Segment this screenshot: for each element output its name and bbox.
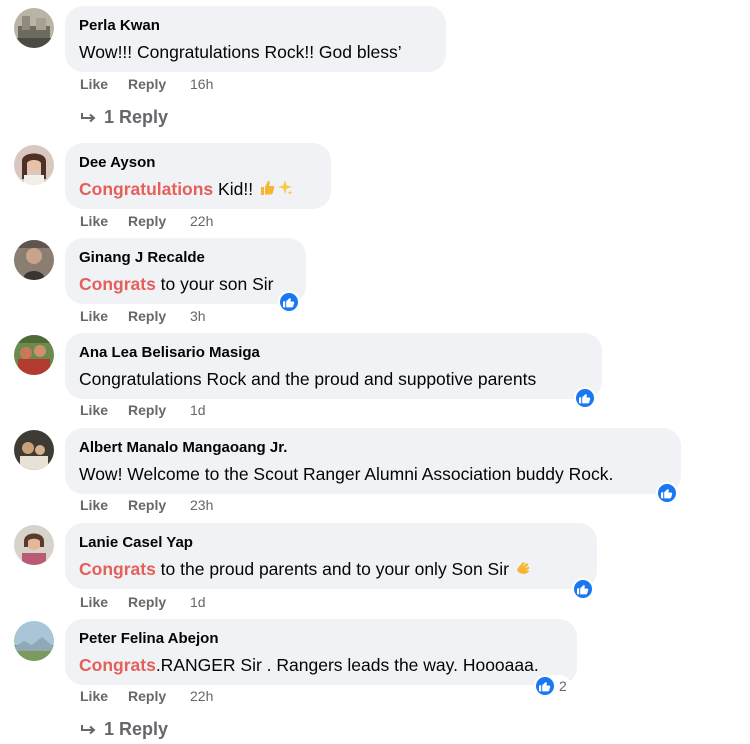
comment-author[interactable]: Albert Manalo Mangaoang Jr. — [79, 439, 287, 456]
comment-author[interactable]: Perla Kwan — [79, 17, 160, 34]
reaction-badge[interactable] — [278, 291, 300, 313]
comment-bubble: Peter Felina Abejon Congrats.RANGER Sir … — [65, 619, 577, 685]
highlighted-word[interactable]: Congrats — [79, 274, 156, 294]
comment-time[interactable]: 1d — [190, 402, 206, 418]
comment-time[interactable]: 1d — [190, 594, 206, 610]
comment-bubble: Ginang J Recalde Congrats to your son Si… — [65, 238, 306, 304]
comment-text: Congrats.RANGER Sir . Rangers leads the … — [79, 655, 539, 675]
like-button[interactable]: Like — [80, 688, 108, 704]
highlighted-word[interactable]: Congrats — [79, 559, 156, 579]
sparkles-emoji-icon — [277, 180, 293, 196]
clapping-hands-emoji-icon — [517, 562, 530, 574]
comment-text: Congrats to your son Sir — [79, 274, 274, 294]
reaction-badge[interactable] — [574, 387, 596, 409]
reply-arrow-icon — [81, 725, 96, 735]
comment-text: Congratulations Rock and the proud and s… — [79, 369, 537, 389]
reaction-badge[interactable] — [656, 482, 678, 504]
view-replies-link[interactable]: 1 Reply — [80, 719, 168, 740]
thumbs-up-emoji-icon — [260, 181, 275, 195]
comment-text: Wow! Welcome to the Scout Ranger Alumni … — [79, 464, 614, 484]
avatar[interactable] — [14, 8, 54, 48]
comment-bubble: Lanie Casel Yap Congrats to the proud pa… — [65, 523, 597, 589]
reaction-count: 2 — [559, 678, 567, 694]
comment-time[interactable]: 23h — [190, 497, 213, 513]
avatar[interactable] — [14, 525, 54, 565]
reply-button[interactable]: Reply — [128, 213, 166, 229]
reply-button[interactable]: Reply — [128, 688, 166, 704]
thumbs-up-icon — [278, 291, 300, 313]
like-button[interactable]: Like — [80, 402, 108, 418]
comment-time[interactable]: 22h — [190, 688, 213, 704]
comment-bubble: Perla Kwan Wow!!! Congratulations Rock!!… — [65, 6, 446, 72]
comment-time[interactable]: 22h — [190, 213, 213, 229]
reply-button[interactable]: Reply — [128, 497, 166, 513]
avatar[interactable] — [14, 145, 54, 185]
reply-button[interactable]: Reply — [128, 76, 166, 92]
like-button[interactable]: Like — [80, 497, 108, 513]
comment-author[interactable]: Dee Ayson — [79, 154, 155, 171]
avatar[interactable] — [14, 621, 54, 661]
like-button[interactable]: Like — [80, 76, 108, 92]
reply-arrow-icon — [81, 113, 96, 123]
comment-time[interactable]: 3h — [190, 308, 206, 324]
avatar[interactable] — [14, 240, 54, 280]
comment-text: Congratulations Kid!! — [79, 179, 294, 200]
reply-button[interactable]: Reply — [128, 402, 166, 418]
comment-time[interactable]: 16h — [190, 76, 213, 92]
reply-button[interactable]: Reply — [128, 594, 166, 610]
comment-author[interactable]: Lanie Casel Yap — [79, 534, 193, 551]
comment-text: Congrats to the proud parents and to you… — [79, 559, 532, 580]
thumbs-up-icon — [656, 482, 678, 504]
reply-button[interactable]: Reply — [128, 308, 166, 324]
comment-author[interactable]: Ana Lea Belisario Masiga — [79, 344, 260, 361]
like-button[interactable]: Like — [80, 213, 108, 229]
comment-author[interactable]: Peter Felina Abejon — [79, 630, 218, 647]
reaction-badge[interactable]: 2 — [534, 675, 571, 697]
comment-bubble: Dee Ayson Congratulations Kid!! — [65, 143, 331, 209]
comment-text: Wow!!! Congratulations Rock!! God bless’ — [79, 42, 402, 62]
reaction-badge[interactable] — [572, 578, 594, 600]
thumbs-up-icon — [574, 387, 596, 409]
highlighted-word[interactable]: Congratulations — [79, 179, 213, 199]
comment-bubble: Ana Lea Belisario Masiga Congratulations… — [65, 333, 602, 399]
avatar[interactable] — [14, 430, 54, 470]
thumbs-up-icon — [572, 578, 594, 600]
comment-bubble: Albert Manalo Mangaoang Jr. Wow! Welcome… — [65, 428, 681, 494]
view-replies-link[interactable]: 1 Reply — [80, 107, 168, 128]
thumbs-up-icon — [534, 675, 556, 697]
like-button[interactable]: Like — [80, 594, 108, 610]
like-button[interactable]: Like — [80, 308, 108, 324]
avatar[interactable] — [14, 335, 54, 375]
comment-author[interactable]: Ginang J Recalde — [79, 249, 205, 266]
highlighted-word[interactable]: Congrats — [79, 655, 156, 675]
